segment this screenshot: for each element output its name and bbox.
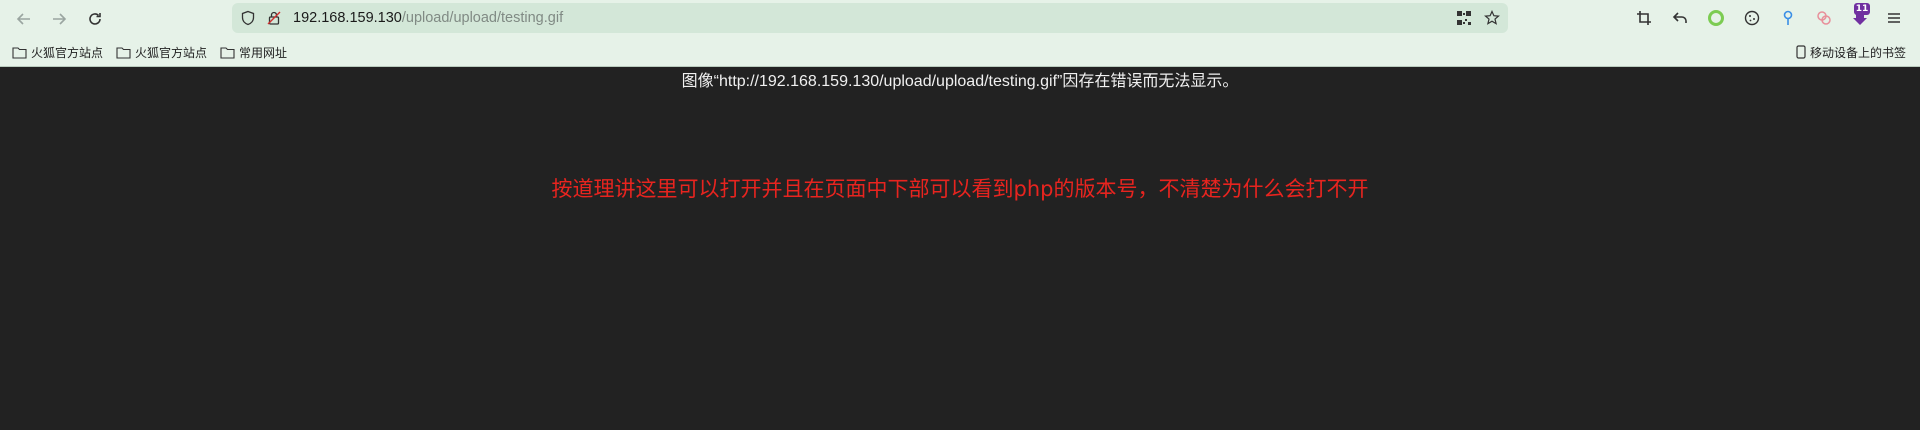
mobile-bookmarks-item[interactable]: 移动设备上的书签	[1796, 43, 1906, 61]
extension-green-button[interactable]	[1706, 8, 1726, 28]
url-path: /upload/upload/testing.gif	[401, 10, 564, 26]
hamburger-menu-icon	[1888, 13, 1900, 23]
bookmarks-toolbar: 火狐官方站点 火狐官方站点 常用网址 移动设备上的书签	[0, 40, 1920, 64]
page-content: 图像“http://192.168.159.130/upload/upload/…	[0, 67, 1920, 430]
bookmark-folder-item[interactable]: 火狐官方站点	[116, 43, 207, 61]
shield-icon[interactable]	[240, 10, 256, 26]
cookie-icon	[1744, 10, 1760, 26]
cookie-extension-button[interactable]	[1742, 8, 1762, 28]
mobile-device-icon	[1796, 45, 1806, 59]
forward-button[interactable]	[46, 6, 72, 32]
bookmark-folder-item[interactable]: 常用网址	[220, 43, 287, 61]
folder-icon	[220, 46, 235, 59]
undo-arrow-icon	[1672, 12, 1687, 23]
mobile-bookmarks-label: 移动设备上的书签	[1810, 45, 1907, 60]
qr-code-icon[interactable]	[1456, 10, 1472, 26]
image-error-message: 图像“http://192.168.159.130/upload/upload/…	[681, 73, 1239, 90]
back-button[interactable]	[11, 6, 37, 32]
browser-chrome: 192.168.159.130/upload/upload/testing.gi…	[0, 0, 1920, 67]
bookmark-label: 火狐官方站点	[135, 45, 208, 60]
bookmark-label: 火狐官方站点	[31, 45, 104, 60]
green-ring-icon	[1708, 10, 1724, 26]
red-annotation-text: 按道理讲这里可以打开并且在页面中下部可以看到php的版本号，不清楚为什么会打不开	[551, 177, 1369, 201]
crop-icon	[1637, 11, 1651, 25]
reload-icon	[89, 13, 101, 25]
forward-arrow-icon	[53, 13, 67, 25]
app-menu-button[interactable]	[1884, 8, 1904, 28]
extension-pink-button[interactable]	[1814, 8, 1834, 28]
back-arrow-icon	[16, 13, 30, 25]
screenshot-button[interactable]	[1634, 8, 1654, 28]
downloads-count-badge: 11	[1854, 3, 1870, 15]
folder-icon	[12, 46, 27, 59]
insecure-lock-icon[interactable]	[266, 10, 282, 26]
location-extension-button[interactable]	[1778, 8, 1798, 28]
reload-button[interactable]	[82, 6, 108, 32]
bookmark-label: 常用网址	[239, 45, 288, 60]
folder-icon	[116, 46, 131, 59]
bookmark-folder-item[interactable]: 火狐官方站点	[12, 43, 103, 61]
url-text[interactable]: 192.168.159.130/upload/upload/testing.gi…	[293, 10, 563, 26]
url-host: 192.168.159.130	[293, 10, 402, 26]
undo-button[interactable]	[1670, 8, 1690, 28]
navigation-toolbar: 192.168.159.130/upload/upload/testing.gi…	[0, 0, 1920, 37]
pin-icon	[1783, 10, 1793, 25]
bookmark-star-icon[interactable]	[1484, 10, 1500, 26]
pink-circles-icon	[1817, 11, 1831, 25]
address-bar[interactable]: 192.168.159.130/upload/upload/testing.gi…	[232, 3, 1508, 33]
